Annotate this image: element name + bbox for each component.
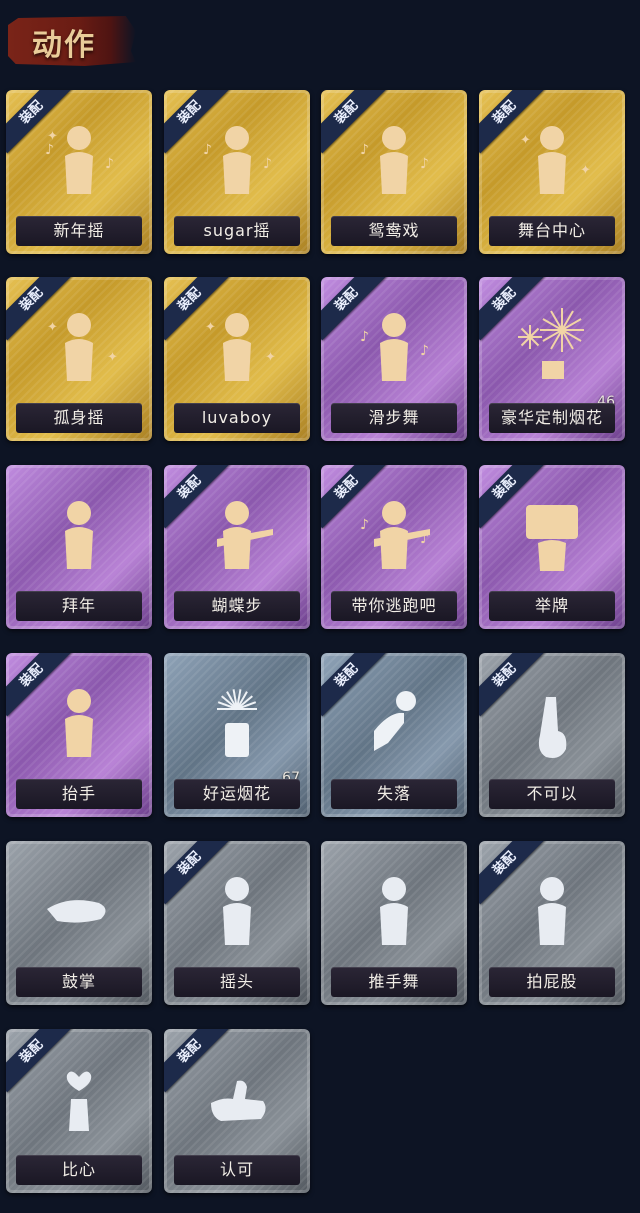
emote-card[interactable]: ✦ ✦ 装配 孤身摇: [6, 277, 152, 441]
emote-card[interactable]: 装配 举牌: [479, 465, 625, 629]
emote-label: 认可: [174, 1155, 300, 1185]
emote-label: 滑步舞: [331, 403, 457, 433]
emote-card[interactable]: 鼓掌: [6, 841, 152, 1005]
emote-card[interactable]: ♪ ♪ 装配 带你逃跑吧: [321, 465, 467, 629]
emote-label: 推手舞: [331, 967, 457, 997]
emote-label: 失落: [331, 779, 457, 809]
emote-label: 鸳鸯戏: [331, 216, 457, 246]
emote-card[interactable]: 67 好运烟花: [164, 653, 310, 817]
emote-card[interactable]: 装配 失落: [321, 653, 467, 817]
emote-card[interactable]: 装配 抬手: [6, 653, 152, 817]
emote-card[interactable]: 装配 46 豪华定制烟花: [479, 277, 625, 441]
emote-label: 新年摇: [16, 216, 142, 246]
emote-label: 蝴蝶步: [174, 591, 300, 621]
emote-label: 孤身摇: [16, 403, 142, 433]
emote-card[interactable]: ✦ ✦ 装配 舞台中心: [479, 90, 625, 254]
emote-label: luvaboy: [174, 403, 300, 433]
emote-card[interactable]: ♪ ♪ 装配 sugar摇: [164, 90, 310, 254]
emote-card[interactable]: 装配 认可: [164, 1029, 310, 1193]
emote-label: 舞台中心: [489, 216, 615, 246]
emote-grid: ♪ ♪ ✦ 装配 新年摇 ♪ ♪ 装配 sugar摇 ♪ ♪ 装配 鸳鸯戏 ✦ ✦ 装配 舞台中心 ✦ ✦ 装配 孤身摇…: [0, 0, 640, 1213]
emote-card[interactable]: ✦ ✦ 装配 luvaboy: [164, 277, 310, 441]
emote-label: 拜年: [16, 591, 142, 621]
emote-label: 带你逃跑吧: [331, 591, 457, 621]
emote-card[interactable]: ♪ ♪ 装配 滑步舞: [321, 277, 467, 441]
emote-card[interactable]: 装配 不可以: [479, 653, 625, 817]
emote-card[interactable]: 拜年: [6, 465, 152, 629]
emote-card[interactable]: 装配 蝴蝶步: [164, 465, 310, 629]
emote-card[interactable]: 装配 拍屁股: [479, 841, 625, 1005]
emote-card[interactable]: ♪ ♪ 装配 鸳鸯戏: [321, 90, 467, 254]
emote-card[interactable]: ♪ ♪ ✦ 装配 新年摇: [6, 90, 152, 254]
emote-card[interactable]: 装配 比心: [6, 1029, 152, 1193]
emote-label: 摇头: [174, 967, 300, 997]
emote-label: 不可以: [489, 779, 615, 809]
emote-label: 比心: [16, 1155, 142, 1185]
emote-label: sugar摇: [174, 216, 300, 246]
emote-card[interactable]: 推手舞: [321, 841, 467, 1005]
emote-label: 豪华定制烟花: [489, 403, 615, 433]
emote-label: 抬手: [16, 779, 142, 809]
emote-card[interactable]: 装配 摇头: [164, 841, 310, 1005]
emote-label: 举牌: [489, 591, 615, 621]
emote-label: 鼓掌: [16, 967, 142, 997]
emote-label: 好运烟花: [174, 779, 300, 809]
emote-label: 拍屁股: [489, 967, 615, 997]
